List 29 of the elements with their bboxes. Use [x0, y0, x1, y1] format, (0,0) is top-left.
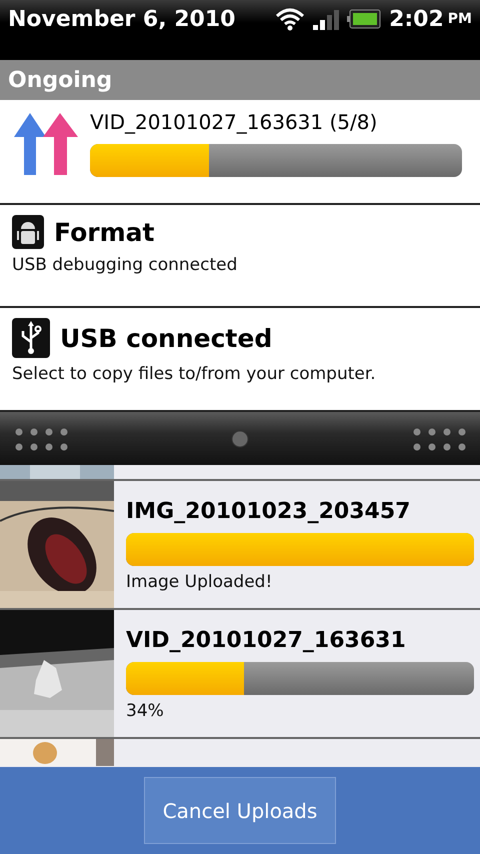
upload-arrows-icon — [12, 110, 80, 176]
battery-icon — [347, 9, 382, 29]
notification-title: USB connected — [60, 324, 272, 352]
cancel-button[interactable]: Cancel Uploads — [144, 777, 336, 844]
date-text: November 6, 2010 — [8, 6, 236, 32]
drawer-handle[interactable] — [0, 412, 480, 465]
notification[interactable]: USB connected Select to copy files to/from your computer. — [0, 308, 480, 412]
meridiem-text: PM — [448, 11, 472, 27]
grip-icon — [14, 426, 68, 452]
signal-icon — [313, 7, 340, 31]
upload-row[interactable]: VID_20101027_163631 34% — [0, 610, 480, 739]
upload-row[interactable]: IMG_20101023_203457 Image Uploaded! — [0, 481, 480, 610]
notification[interactable]: VID_20101027_163631 (5/8) — [0, 100, 480, 205]
upload-status: Image Uploaded! — [126, 572, 274, 592]
notification-title: VID_20101027_163631 (5/8) — [90, 110, 378, 134]
file-name: VID_20101027_163631 — [126, 628, 407, 653]
notification-text: Select to copy files to/from your computer. — [12, 364, 377, 384]
notification-title: Format — [54, 218, 154, 246]
clock-text: 2:02 — [389, 6, 444, 32]
upload-status: 34% — [126, 701, 165, 721]
file-name: IMG_20101023_203457 — [126, 499, 412, 524]
grip-icon — [412, 426, 466, 452]
notification[interactable]: Format USB debugging connected — [0, 205, 480, 308]
section-header: Ongoing — [0, 60, 480, 100]
usb-icon — [12, 318, 50, 358]
wifi-icon — [275, 7, 306, 31]
android-icon — [12, 215, 44, 249]
knob-icon — [231, 430, 249, 448]
notification-text: USB debugging connected — [12, 255, 238, 275]
